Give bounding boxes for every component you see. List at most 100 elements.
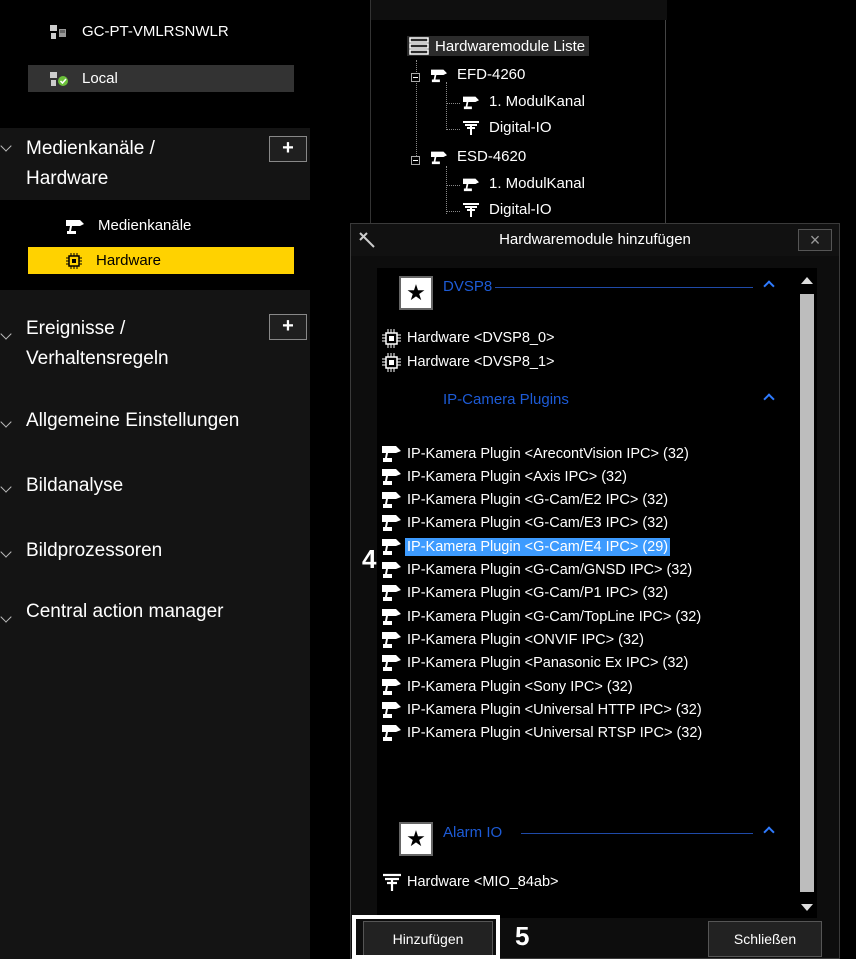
sub-item-medienkanaele[interactable]: Medienkanäle <box>28 212 294 239</box>
add-hardware-dialog: Hardwaremodule hinzufügen × ★ DVSP8 Hard… <box>350 223 840 959</box>
group-name: DVSP8 <box>443 278 493 295</box>
star-icon: ★ <box>399 276 433 310</box>
ip-plugin-label: IP-Kamera Plugin <Sony IPC> (32) <box>407 678 633 695</box>
ip-plugin-item[interactable]: IP-Kamera Plugin <G-Cam/TopLine IPC> (32… <box>379 605 703 628</box>
tree-digital-io[interactable]: Digital-IO <box>461 119 552 136</box>
ip-plugin-label: IP-Kamera Plugin <ONVIF IPC> (32) <box>407 631 644 648</box>
tree-channel[interactable]: 1. ModulKanal <box>461 175 585 192</box>
collapse-caret-icon[interactable] <box>0 140 12 152</box>
dialog-title: Hardwaremodule hinzufügen <box>499 231 691 248</box>
hardware-tree: Hardwaremodule Liste EFD-4260 1. ModulKa… <box>370 0 667 230</box>
collapse-caret-icon[interactable] <box>763 826 775 838</box>
section-central-action-manager[interactable]: Central action manager <box>0 585 310 959</box>
ip-plugin-label: IP-Kamera Plugin <Universal RTSP IPC> (3… <box>407 725 703 742</box>
collapse-caret-icon[interactable] <box>763 393 775 405</box>
tree-channel[interactable]: 1. ModulKanal <box>461 93 585 110</box>
dialog-close-button[interactable]: × <box>798 229 832 251</box>
group-name: IP-Camera Plugins <box>443 391 569 408</box>
ip-plugin-item[interactable]: IP-Kamera Plugin <G-Cam/E2 IPC> (32) <box>379 489 670 512</box>
sub-item-hardware[interactable]: Hardware <box>28 247 294 274</box>
section-title: Bildanalyse <box>26 475 124 496</box>
list-item-label: Hardware <DVSP8_0> <box>407 329 555 346</box>
media-sub-list: Medienkanäle Hardware <box>0 200 310 290</box>
ip-plugin-item[interactable]: IP-Kamera Plugin <G-Cam/E3 IPC> (32) <box>379 512 670 535</box>
tree-io-label: Digital-IO <box>489 119 552 136</box>
server-item-local[interactable]: Local <box>28 65 294 92</box>
list-item-label: Hardware <DVSP8_1> <box>407 353 555 370</box>
ip-plugin-label: IP-Kamera Plugin <Panasonic Ex IPC> (32) <box>407 655 689 672</box>
scroll-up-icon[interactable] <box>801 277 813 284</box>
ip-plugin-label: IP-Kamera Plugin <G-Cam/TopLine IPC> (32… <box>407 608 702 625</box>
ip-plugin-label: IP-Kamera Plugin <ArecontVision IPC> (32… <box>407 445 689 462</box>
io-icon <box>463 120 479 135</box>
tree-io-label: Digital-IO <box>489 201 552 218</box>
section-image-processors[interactable]: Bildprozessoren <box>0 520 310 585</box>
group-header-alarm-io[interactable]: ★ Alarm IO <box>377 822 797 858</box>
list-item[interactable]: Hardware <MIO_84ab> <box>379 870 561 893</box>
ip-plugin-item[interactable]: IP-Kamera Plugin <Sony IPC> (32) <box>379 675 635 698</box>
tree-toolbar <box>371 0 667 20</box>
step-marker-4: 4 <box>362 544 377 574</box>
ip-plugin-label: IP-Kamera Plugin <Axis IPC> (32) <box>407 468 628 485</box>
tree-module-efd[interactable]: EFD-4260 <box>429 66 525 83</box>
ip-plugin-item[interactable]: IP-Kamera Plugin <ArecontVision IPC> (32… <box>379 442 691 465</box>
collapse-caret-icon[interactable] <box>0 546 12 558</box>
camera-icon <box>382 515 401 532</box>
group-header-ip-camera[interactable]: IP-Camera Plugins <box>377 389 797 425</box>
tree-collapse-icon[interactable] <box>411 73 420 82</box>
dialog-titlebar[interactable]: Hardwaremodule hinzufügen × <box>351 224 839 256</box>
section-media-hardware[interactable]: Medienkanäle / Hardware + <box>0 128 310 200</box>
group-header-dvsp8[interactable]: ★ DVSP8 <box>377 276 797 312</box>
chip-icon <box>66 252 82 269</box>
section-title: Central action manager <box>26 601 224 622</box>
section-events[interactable]: Ereignisse / Verhaltensregeln + <box>0 290 310 390</box>
list-scrollbar[interactable] <box>797 268 817 918</box>
scroll-thumb[interactable] <box>800 294 814 892</box>
io-icon <box>383 873 401 891</box>
add-event-button[interactable]: + <box>269 314 307 340</box>
camera-icon <box>382 725 401 742</box>
camera-icon <box>463 96 479 109</box>
section-title-line2: Verhaltensregeln <box>26 348 169 369</box>
ip-plugin-item[interactable]: IP-Kamera Plugin <Universal HTTP IPC> (3… <box>379 698 704 721</box>
collapse-caret-icon[interactable] <box>0 416 12 428</box>
camera-icon <box>382 631 401 648</box>
chip-icon <box>382 352 401 372</box>
collapse-caret-icon[interactable] <box>0 328 12 340</box>
sub-item-label: Medienkanäle <box>98 217 192 234</box>
tree-module-esd[interactable]: ESD-4620 <box>429 148 526 165</box>
camera-icon <box>382 655 401 672</box>
server-label: GC-PT-VMLRSNWLR <box>82 23 229 40</box>
tree-collapse-icon[interactable] <box>411 156 420 165</box>
tree-channel-label: 1. ModulKanal <box>489 175 585 192</box>
chip-icon <box>382 328 401 348</box>
tree-module-label: EFD-4260 <box>457 66 526 83</box>
camera-icon <box>382 678 401 695</box>
ip-plugin-item[interactable]: IP-Kamera Plugin <Universal RTSP IPC> (3… <box>379 722 704 745</box>
ip-plugin-item[interactable]: IP-Kamera Plugin <Panasonic Ex IPC> (32) <box>379 652 690 675</box>
ip-plugin-item[interactable]: IP-Kamera Plugin <ONVIF IPC> (32) <box>379 628 646 651</box>
tree-root-label: Hardwaremodule Liste <box>435 37 586 55</box>
ip-plugin-item[interactable]: IP-Kamera Plugin <G-Cam/GNSD IPC> (32) <box>379 559 694 582</box>
section-general-settings[interactable]: Allgemeine Einstellungen <box>0 390 310 455</box>
ip-plugin-item[interactable]: IP-Kamera Plugin <G-Cam/P1 IPC> (32) <box>379 582 670 605</box>
collapse-caret-icon[interactable] <box>763 280 775 292</box>
ip-plugin-label: IP-Kamera Plugin <G-Cam/GNSD IPC> (32) <box>407 562 693 578</box>
add-media-button[interactable]: + <box>269 136 307 162</box>
ip-plugin-item[interactable]: IP-Kamera Plugin <G-Cam/E4 IPC> (29) <box>379 535 671 558</box>
ip-plugin-item[interactable]: IP-Kamera Plugin <Axis IPC> (32) <box>379 465 629 488</box>
collapse-caret-icon[interactable] <box>0 481 12 493</box>
section-image-analysis[interactable]: Bildanalyse <box>0 455 310 520</box>
server-item-gc-pt[interactable]: GC-PT-VMLRSNWLR <box>28 18 294 45</box>
list-item-label: Hardware <MIO_84ab> <box>407 873 559 890</box>
list-item[interactable]: Hardware <DVSP8_0> <box>379 326 557 349</box>
section-title: Ereignisse / <box>26 318 126 339</box>
collapse-caret-icon[interactable] <box>0 611 12 623</box>
camera-icon <box>382 701 401 718</box>
camera-icon <box>382 468 401 485</box>
close-button[interactable]: Schließen <box>708 921 822 957</box>
list-item[interactable]: Hardware <DVSP8_1> <box>379 350 557 373</box>
scroll-down-icon[interactable] <box>801 904 813 911</box>
tree-root[interactable]: Hardwaremodule Liste <box>407 36 590 56</box>
tree-digital-io[interactable]: Digital-IO <box>461 201 552 218</box>
